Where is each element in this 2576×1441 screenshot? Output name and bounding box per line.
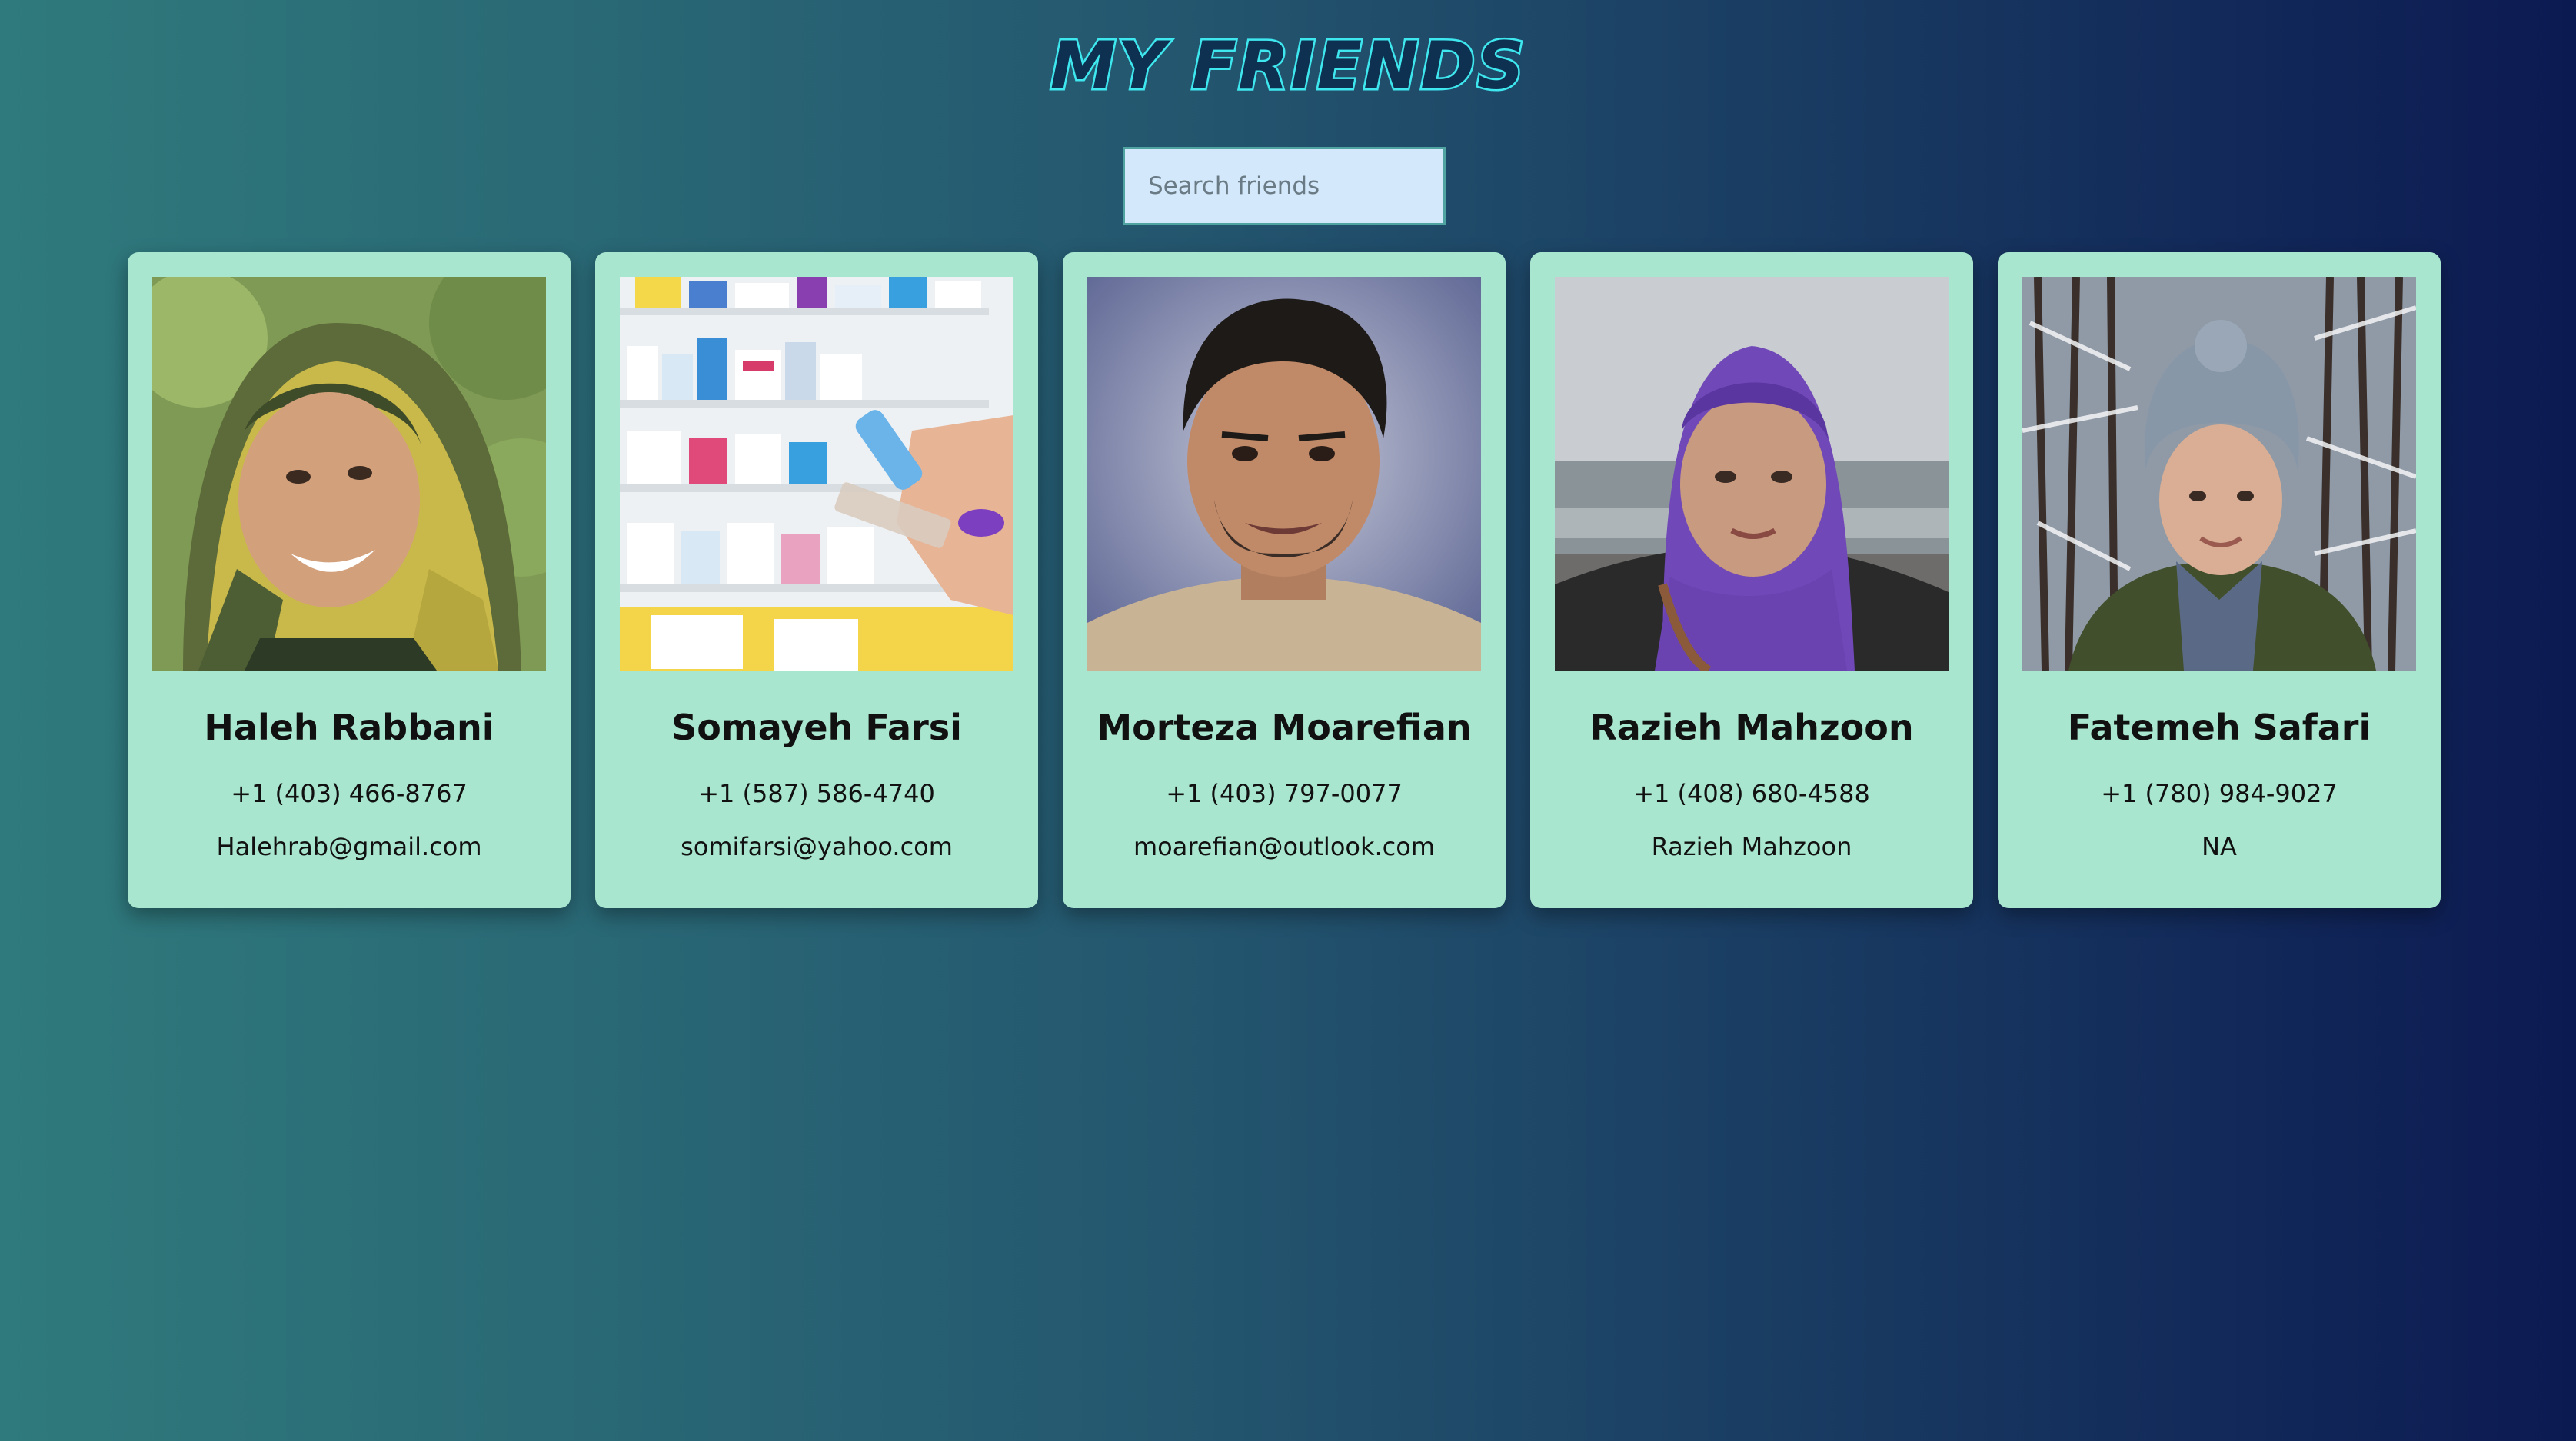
friend-photo <box>620 277 1013 671</box>
friend-phone: +1 (408) 680-4588 <box>1633 779 1870 808</box>
friend-email: moarefian@outlook.com <box>1133 832 1436 861</box>
search-input[interactable] <box>1123 147 1446 225</box>
portrait-photo-icon <box>152 277 546 671</box>
friend-card[interactable]: Morteza Moarefian +1 (403) 797-0077 moar… <box>1063 252 1506 908</box>
friend-email: Razieh Mahzoon <box>1651 832 1852 861</box>
friend-phone: +1 (403) 797-0077 <box>1166 779 1403 808</box>
friend-name: Haleh Rabbani <box>204 707 494 748</box>
friend-photo <box>1087 277 1481 671</box>
portrait-photo-icon <box>2022 277 2416 671</box>
portrait-photo-icon <box>1087 277 1481 671</box>
friend-email: Halehrab@gmail.com <box>216 832 482 861</box>
friend-name: Razieh Mahzoon <box>1589 707 1914 748</box>
friend-name: Morteza Moarefian <box>1097 707 1472 748</box>
friend-card[interactable]: Razieh Mahzoon +1 (408) 680-4588 Razieh … <box>1530 252 1973 908</box>
friend-card[interactable]: Somayeh Farsi +1 (587) 586-4740 somifars… <box>595 252 1038 908</box>
friend-photo <box>152 277 546 671</box>
pharmacy-shelf-photo-icon <box>620 277 1013 671</box>
friend-phone: +1 (780) 984-9027 <box>2101 779 2338 808</box>
friend-email: NA <box>2202 832 2237 861</box>
friend-card[interactable]: Fatemeh Safari +1 (780) 984-9027 NA <box>1998 252 2441 908</box>
friend-email: somifarsi@yahoo.com <box>681 832 953 861</box>
page-title: MY FRIENDS <box>1048 28 1526 105</box>
friend-name: Somayeh Farsi <box>671 707 962 748</box>
friend-photo <box>2022 277 2416 671</box>
friend-photo <box>1555 277 1949 671</box>
friend-phone: +1 (403) 466-8767 <box>231 779 468 808</box>
friend-name: Fatemeh Safari <box>2067 707 2371 748</box>
portrait-photo-icon <box>1555 277 1949 671</box>
friend-card[interactable]: Haleh Rabbani +1 (403) 466-8767 Halehrab… <box>128 252 571 908</box>
friend-phone: +1 (587) 586-4740 <box>698 779 935 808</box>
